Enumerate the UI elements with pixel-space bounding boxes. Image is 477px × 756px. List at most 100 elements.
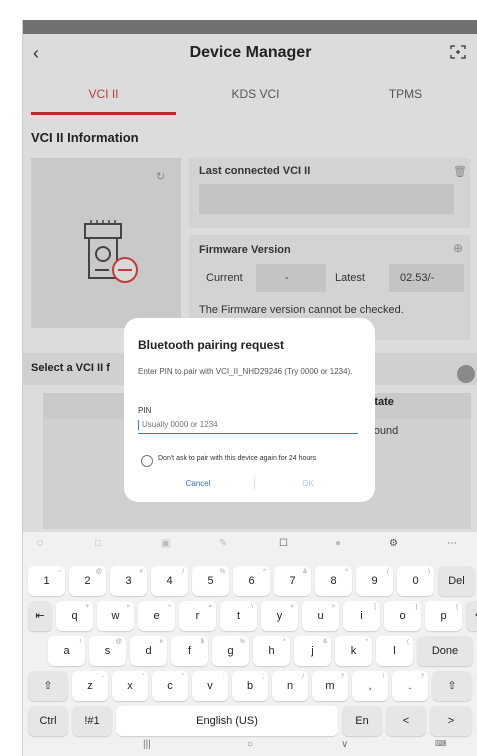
current-value-box [256, 264, 326, 292]
gif-icon[interactable]: ▣ [161, 538, 170, 549]
key-label: v [207, 680, 213, 692]
key-label: , [368, 680, 372, 692]
key-label: f [187, 645, 192, 657]
key-label: k [350, 645, 357, 657]
done-key[interactable]: Done [417, 636, 473, 666]
key-secondary-label: < [290, 604, 294, 610]
key-q[interactable]: q + [56, 601, 93, 631]
ctrl-key[interactable]: Ctrl [28, 706, 68, 736]
tab-tpms[interactable]: TPMS [333, 74, 477, 114]
shift-key-left[interactable]: ⇧ [28, 671, 68, 701]
key-comma[interactable]: ,! [352, 671, 388, 701]
keyboard-switch-icon[interactable]: ⌨ [435, 739, 447, 748]
delete-icon[interactable]: 🗑 [453, 165, 467, 178]
language-key[interactable]: En [342, 706, 382, 736]
key-label: u [317, 610, 324, 622]
clipboard-icon[interactable]: ☐ [279, 538, 288, 549]
key-t[interactable]: t \ [220, 601, 257, 631]
key-j[interactable]: j & [294, 636, 331, 666]
key-label: ⇤ [35, 610, 45, 622]
dont-ask-label: Don't ask to pair with this device again… [158, 455, 317, 462]
key-s[interactable]: s @ [89, 636, 126, 666]
key-secondary-label: ] [415, 604, 417, 610]
key-1[interactable]: 1 ~ [28, 566, 65, 596]
key-e[interactable]: e ÷ [138, 601, 175, 631]
tab-vci-ii[interactable]: VCI II [31, 74, 176, 114]
key-d[interactable]: d # [130, 636, 167, 666]
more-options-icon[interactable]: ⋯ [447, 538, 457, 549]
key-secondary-label: ' [142, 674, 144, 680]
key-secondary-label: { [455, 604, 458, 610]
ok-button[interactable]: OK [268, 473, 348, 493]
key-x[interactable]: x ' [112, 671, 148, 701]
firmware-note: The Firmware version cannot be checked. [199, 304, 404, 316]
handwriting-icon[interactable]: ✎ [219, 538, 227, 549]
key-label: 3 [125, 575, 132, 587]
key-label: Done [431, 645, 459, 657]
key-period[interactable]: .? [392, 671, 428, 701]
sticker-icon[interactable]: □ [95, 538, 101, 549]
key-h[interactable]: h ^ [253, 636, 290, 666]
key-u[interactable]: u > [302, 601, 339, 631]
key-secondary-label: $ [200, 639, 204, 645]
key-y[interactable]: y < [261, 601, 298, 631]
emoji-icon[interactable]: ☺ [35, 538, 45, 549]
key-label: 5 [207, 575, 214, 587]
on-screen-keyboard: ☺ □ ▣ ✎ ☐ ● ⚙ ⋯ 1 ~2 @3 #4/5% 6 ^ 7 & 8 * 9(0) Del ⇤… [23, 532, 477, 756]
key-secondary-label: & [322, 639, 327, 645]
backspace-key[interactable]: ⌫ [466, 601, 477, 631]
key-label: q [71, 610, 78, 622]
section-title: VCI II Information [31, 130, 139, 145]
cursor-left-key[interactable]: < [386, 706, 426, 736]
key-secondary-label: ~ [57, 569, 61, 575]
symbols-key[interactable]: !#1 [72, 706, 112, 736]
key-o[interactable]: o] [384, 601, 421, 631]
pin-input[interactable] [138, 416, 358, 434]
scroll-handle[interactable] [457, 365, 475, 383]
select-vci-label: Select a VCI II f [31, 362, 110, 374]
key-label: 8 [330, 575, 337, 587]
key-a[interactable]: a! [48, 636, 85, 666]
firmware-update-icon[interactable]: ⊕ [453, 241, 463, 255]
key-n[interactable]: n / [272, 671, 308, 701]
settings-gear-icon[interactable]: ⚙ [389, 538, 398, 549]
key-c[interactable]: c " [152, 671, 188, 701]
key-secondary-label: # [139, 569, 143, 575]
status-bar [23, 20, 477, 34]
key-v[interactable]: v: [192, 671, 228, 701]
key-label: x [127, 680, 133, 692]
scan-icon[interactable] [450, 45, 466, 59]
tab-kds-vci[interactable]: KDS VCI [183, 74, 328, 114]
key-label: w [111, 610, 120, 622]
key-m[interactable]: m? [312, 671, 348, 701]
key-i[interactable]: i[ [343, 601, 380, 631]
text-cursor [138, 420, 139, 430]
key-r[interactable]: r = [179, 601, 216, 631]
key-label: !#1 [84, 715, 100, 727]
key-label: ⇧ [447, 680, 457, 692]
key-label: t [236, 610, 241, 622]
key-label: r [195, 610, 200, 622]
key-z[interactable]: z- [72, 671, 108, 701]
key-g[interactable]: g% [212, 636, 249, 666]
cursor-right-key[interactable]: > [430, 706, 472, 736]
last-connected-label: Last connected VCI II [199, 165, 311, 177]
tab-key[interactable]: ⇤ [28, 601, 52, 631]
key-secondary-label: \ [251, 604, 253, 610]
recent-apps-icon[interactable]: ||| [143, 739, 151, 750]
space-key[interactable]: English (US) [116, 706, 338, 736]
key-secondary-label: ! [382, 674, 384, 680]
dont-ask-checkbox[interactable] [141, 455, 153, 467]
key-p[interactable]: p{ [425, 601, 462, 631]
shift-key-right[interactable]: ⇧ [432, 671, 472, 701]
key-secondary-label: - [102, 674, 104, 680]
latest-value: 02.53/- [400, 272, 435, 284]
refresh-icon[interactable]: ↻ [156, 170, 165, 183]
back-nav-icon[interactable]: ∨ [341, 739, 348, 750]
key-label: m [325, 680, 335, 692]
key-f[interactable]: f $ [171, 636, 208, 666]
key-b[interactable]: b; [232, 671, 268, 701]
microphone-icon[interactable]: ● [335, 538, 341, 549]
home-icon[interactable]: ○ [247, 739, 253, 750]
cancel-button[interactable]: Cancel [158, 473, 238, 493]
